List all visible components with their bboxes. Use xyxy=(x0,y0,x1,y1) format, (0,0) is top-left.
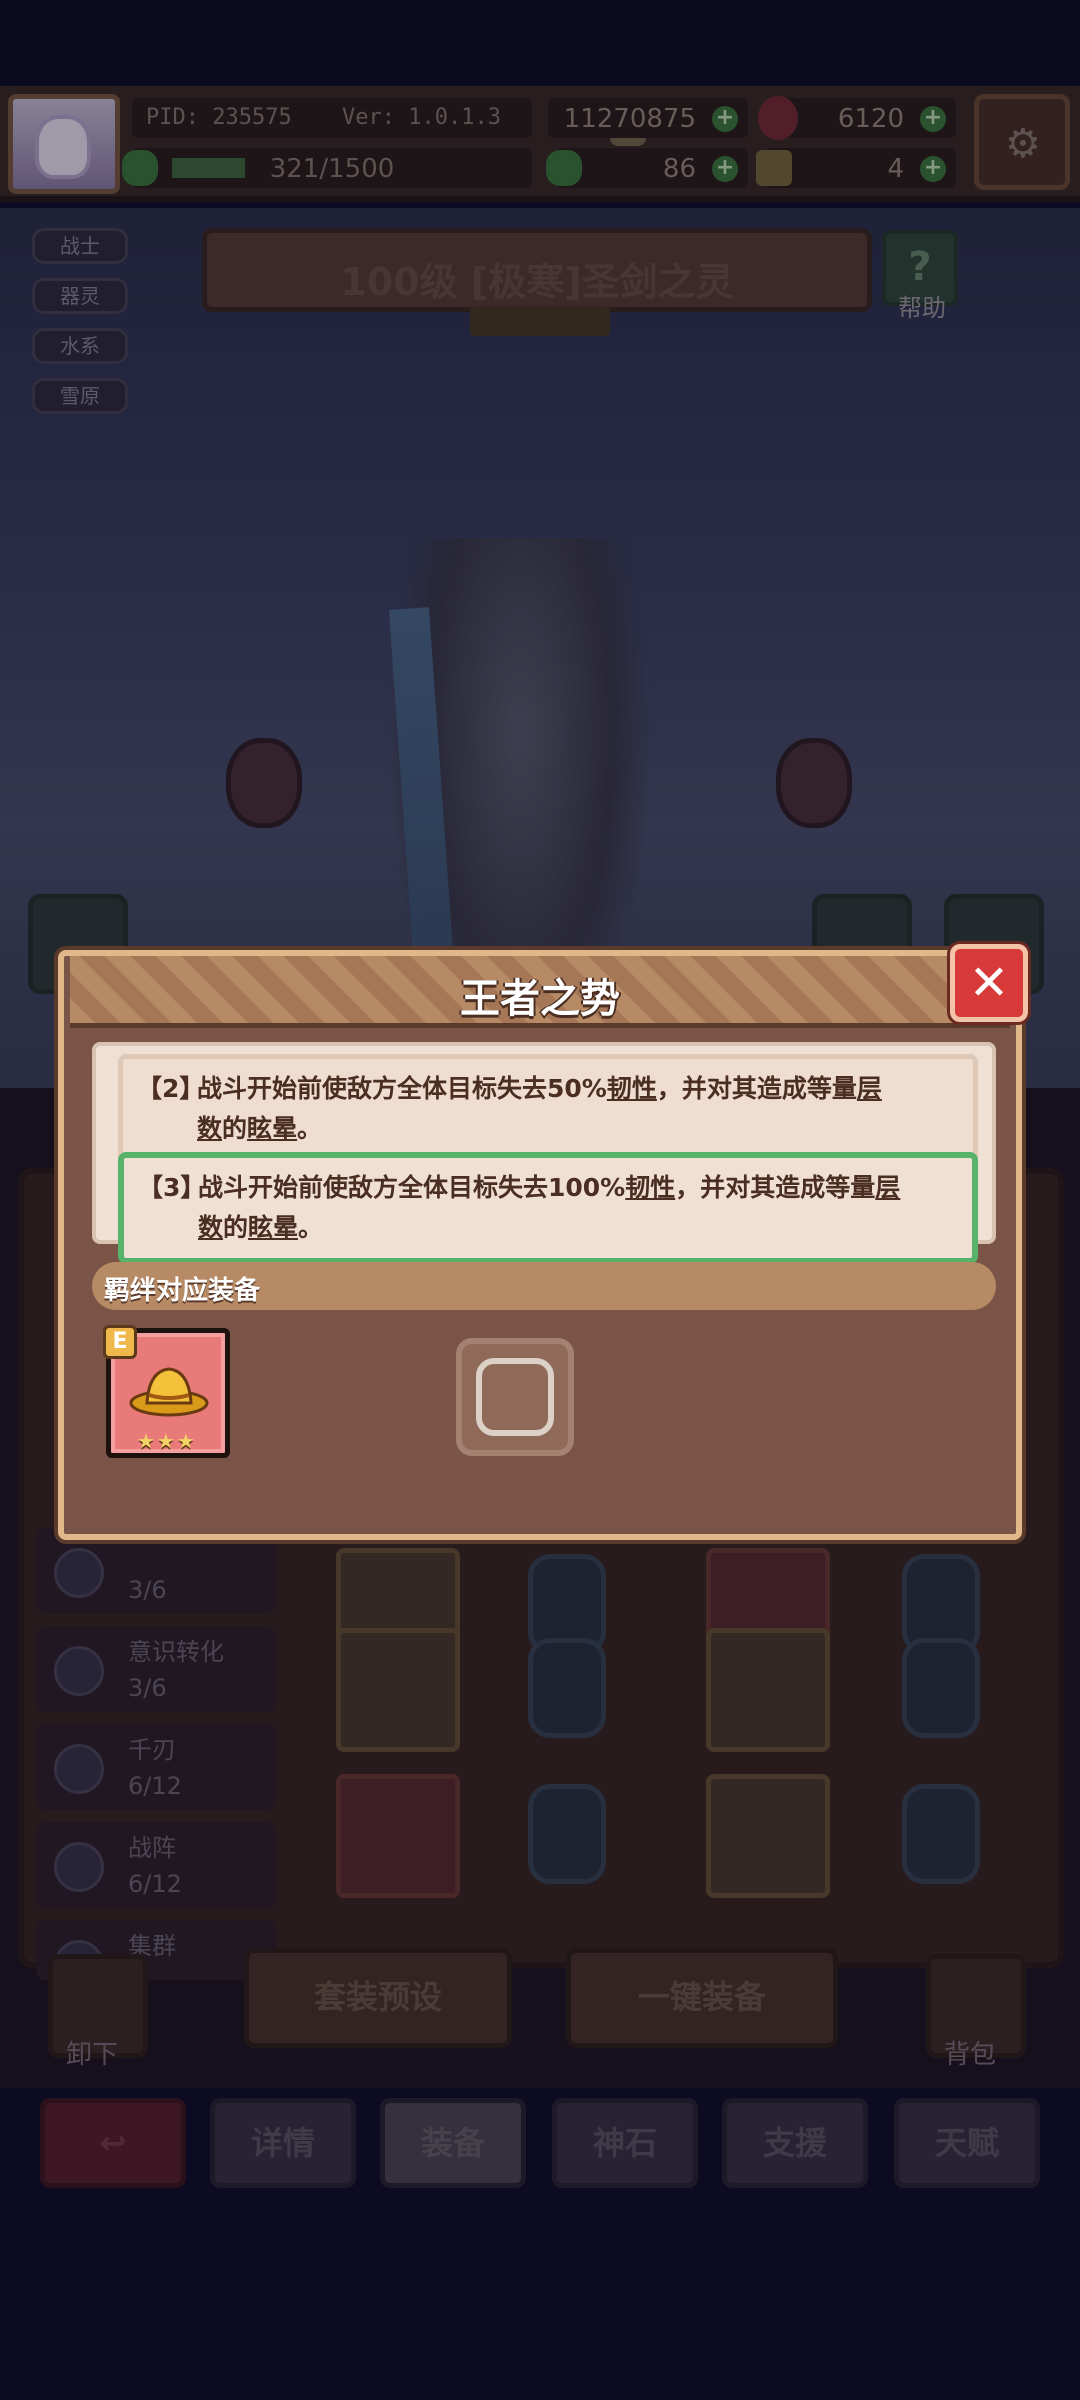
keyword-stun[interactable]: 眩晕 xyxy=(247,1114,297,1143)
tier-number: 【3】 xyxy=(138,1173,206,1202)
tier-text: 。 xyxy=(298,1213,324,1242)
bond-equipment-card[interactable]: E ★★★ xyxy=(103,1325,230,1458)
keyword-stun[interactable]: 眩晕 xyxy=(248,1213,298,1242)
equip-badge: E xyxy=(103,1325,137,1359)
section-header: 羁绊对应装备 xyxy=(92,1262,996,1310)
bond-description-list: 【2】 战斗开始前使敌方全体目标失去50%韧性，并对其造成等量层 数的眩晕。 【3… xyxy=(92,1042,996,1264)
empty-equipment-slot[interactable] xyxy=(456,1338,574,1456)
close-icon: ✕ xyxy=(968,955,1010,1011)
keyword-stack[interactable]: 层 xyxy=(875,1173,900,1202)
modal-header: 王者之势 xyxy=(70,956,1010,1028)
close-button[interactable]: ✕ xyxy=(950,944,1028,1022)
hat-icon xyxy=(129,1367,209,1417)
bond-modal: 王者之势 ✕ 【2】 战斗开始前使敌方全体目标失去50%韧性，并对其造成等量层数… xyxy=(58,944,1028,1540)
tier-text: 战斗开始前使敌方全体目标失去50% xyxy=(197,1074,607,1103)
keyword-toughness[interactable]: 韧性 xyxy=(625,1173,675,1202)
modal-title: 王者之势 xyxy=(460,976,620,1022)
tier-text: 的 xyxy=(222,1114,248,1143)
bond-tier-3: 【3】 战斗开始前使敌方全体目标失去100%韧性，并对其造成等量层数的眩晕。 xyxy=(118,1152,978,1264)
equip-stars: ★★★ xyxy=(137,1429,197,1453)
tier-number: 【2】 xyxy=(137,1074,205,1103)
keyword-stack[interactable]: 层 xyxy=(857,1074,882,1103)
game-screen: PID: 235575 Ver: 1.0.1.3 11270875 + 6120… xyxy=(0,0,1080,2400)
section-label: 羁绊对应装备 xyxy=(104,1276,261,1306)
keyword-toughness[interactable]: 韧性 xyxy=(607,1074,657,1103)
bond-tier-2: 【2】 战斗开始前使敌方全体目标失去50%韧性，并对其造成等量层数的眩晕。 xyxy=(118,1054,978,1164)
tier-text: 。 xyxy=(297,1114,323,1143)
keyword-stack[interactable]: 数 xyxy=(197,1114,222,1143)
keyword-stack[interactable]: 数 xyxy=(198,1213,223,1242)
tier-text: 的 xyxy=(223,1213,249,1242)
tier-text: 战斗开始前使敌方全体目标失去100% xyxy=(198,1173,626,1202)
tier-text: ，并对其造成等量 xyxy=(656,1074,857,1103)
tier-text: ，并对其造成等量 xyxy=(675,1173,876,1202)
